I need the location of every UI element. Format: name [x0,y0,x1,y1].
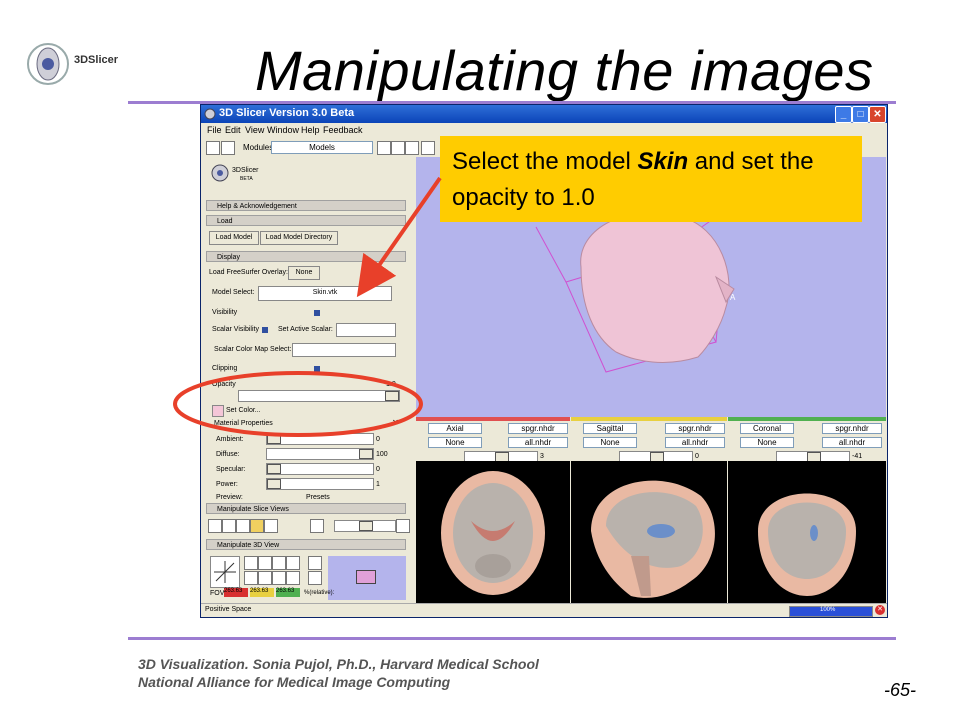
page-number: -65- [884,680,917,700]
footer-rule [128,637,896,640]
footer-line-2: National Alliance for Medical Image Comp… [138,674,451,690]
annotation-overlay [173,176,442,437]
annotation-arrow [356,176,442,298]
footer-line-1: 3D Visualization. Sonia Pujol, Ph.D., Ha… [138,656,539,672]
annotation-ellipse [173,371,423,437]
